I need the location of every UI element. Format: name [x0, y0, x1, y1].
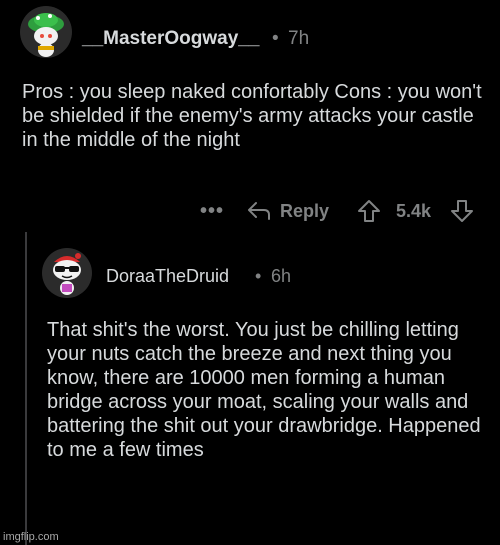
meta-separator: •: [255, 266, 262, 286]
meta-separator: •: [272, 28, 279, 49]
more-options-icon[interactable]: •••: [200, 200, 224, 223]
vote-score: 5.4k: [396, 201, 432, 221]
reply-button[interactable]: Reply: [280, 201, 329, 222]
downvote-icon[interactable]: [449, 198, 475, 229]
upvote-icon[interactable]: [356, 198, 382, 229]
thread-line[interactable]: [25, 232, 27, 545]
comment-body: Pros : you sleep naked confortably Cons …: [22, 81, 482, 151]
reply-timestamp: 6h: [271, 266, 292, 286]
comment-author[interactable]: __MasterOogway__: [82, 28, 259, 50]
watermark: imgflip.com: [3, 531, 59, 543]
snoo-avatar-icon: [20, 6, 72, 58]
reply-icon[interactable]: [246, 200, 272, 227]
snoo-sunglasses-avatar-icon: [42, 248, 92, 298]
comment-timestamp: 7h: [288, 28, 310, 49]
reply-author[interactable]: DoraaTheDruid: [106, 266, 229, 287]
reply-body: That shit's the worst. You just be chill…: [47, 319, 481, 461]
comment-actions: ••• Reply 5.4k: [0, 198, 500, 226]
avatar-masteroogway[interactable]: [20, 6, 72, 58]
avatar-doraathedruid[interactable]: [42, 248, 92, 298]
